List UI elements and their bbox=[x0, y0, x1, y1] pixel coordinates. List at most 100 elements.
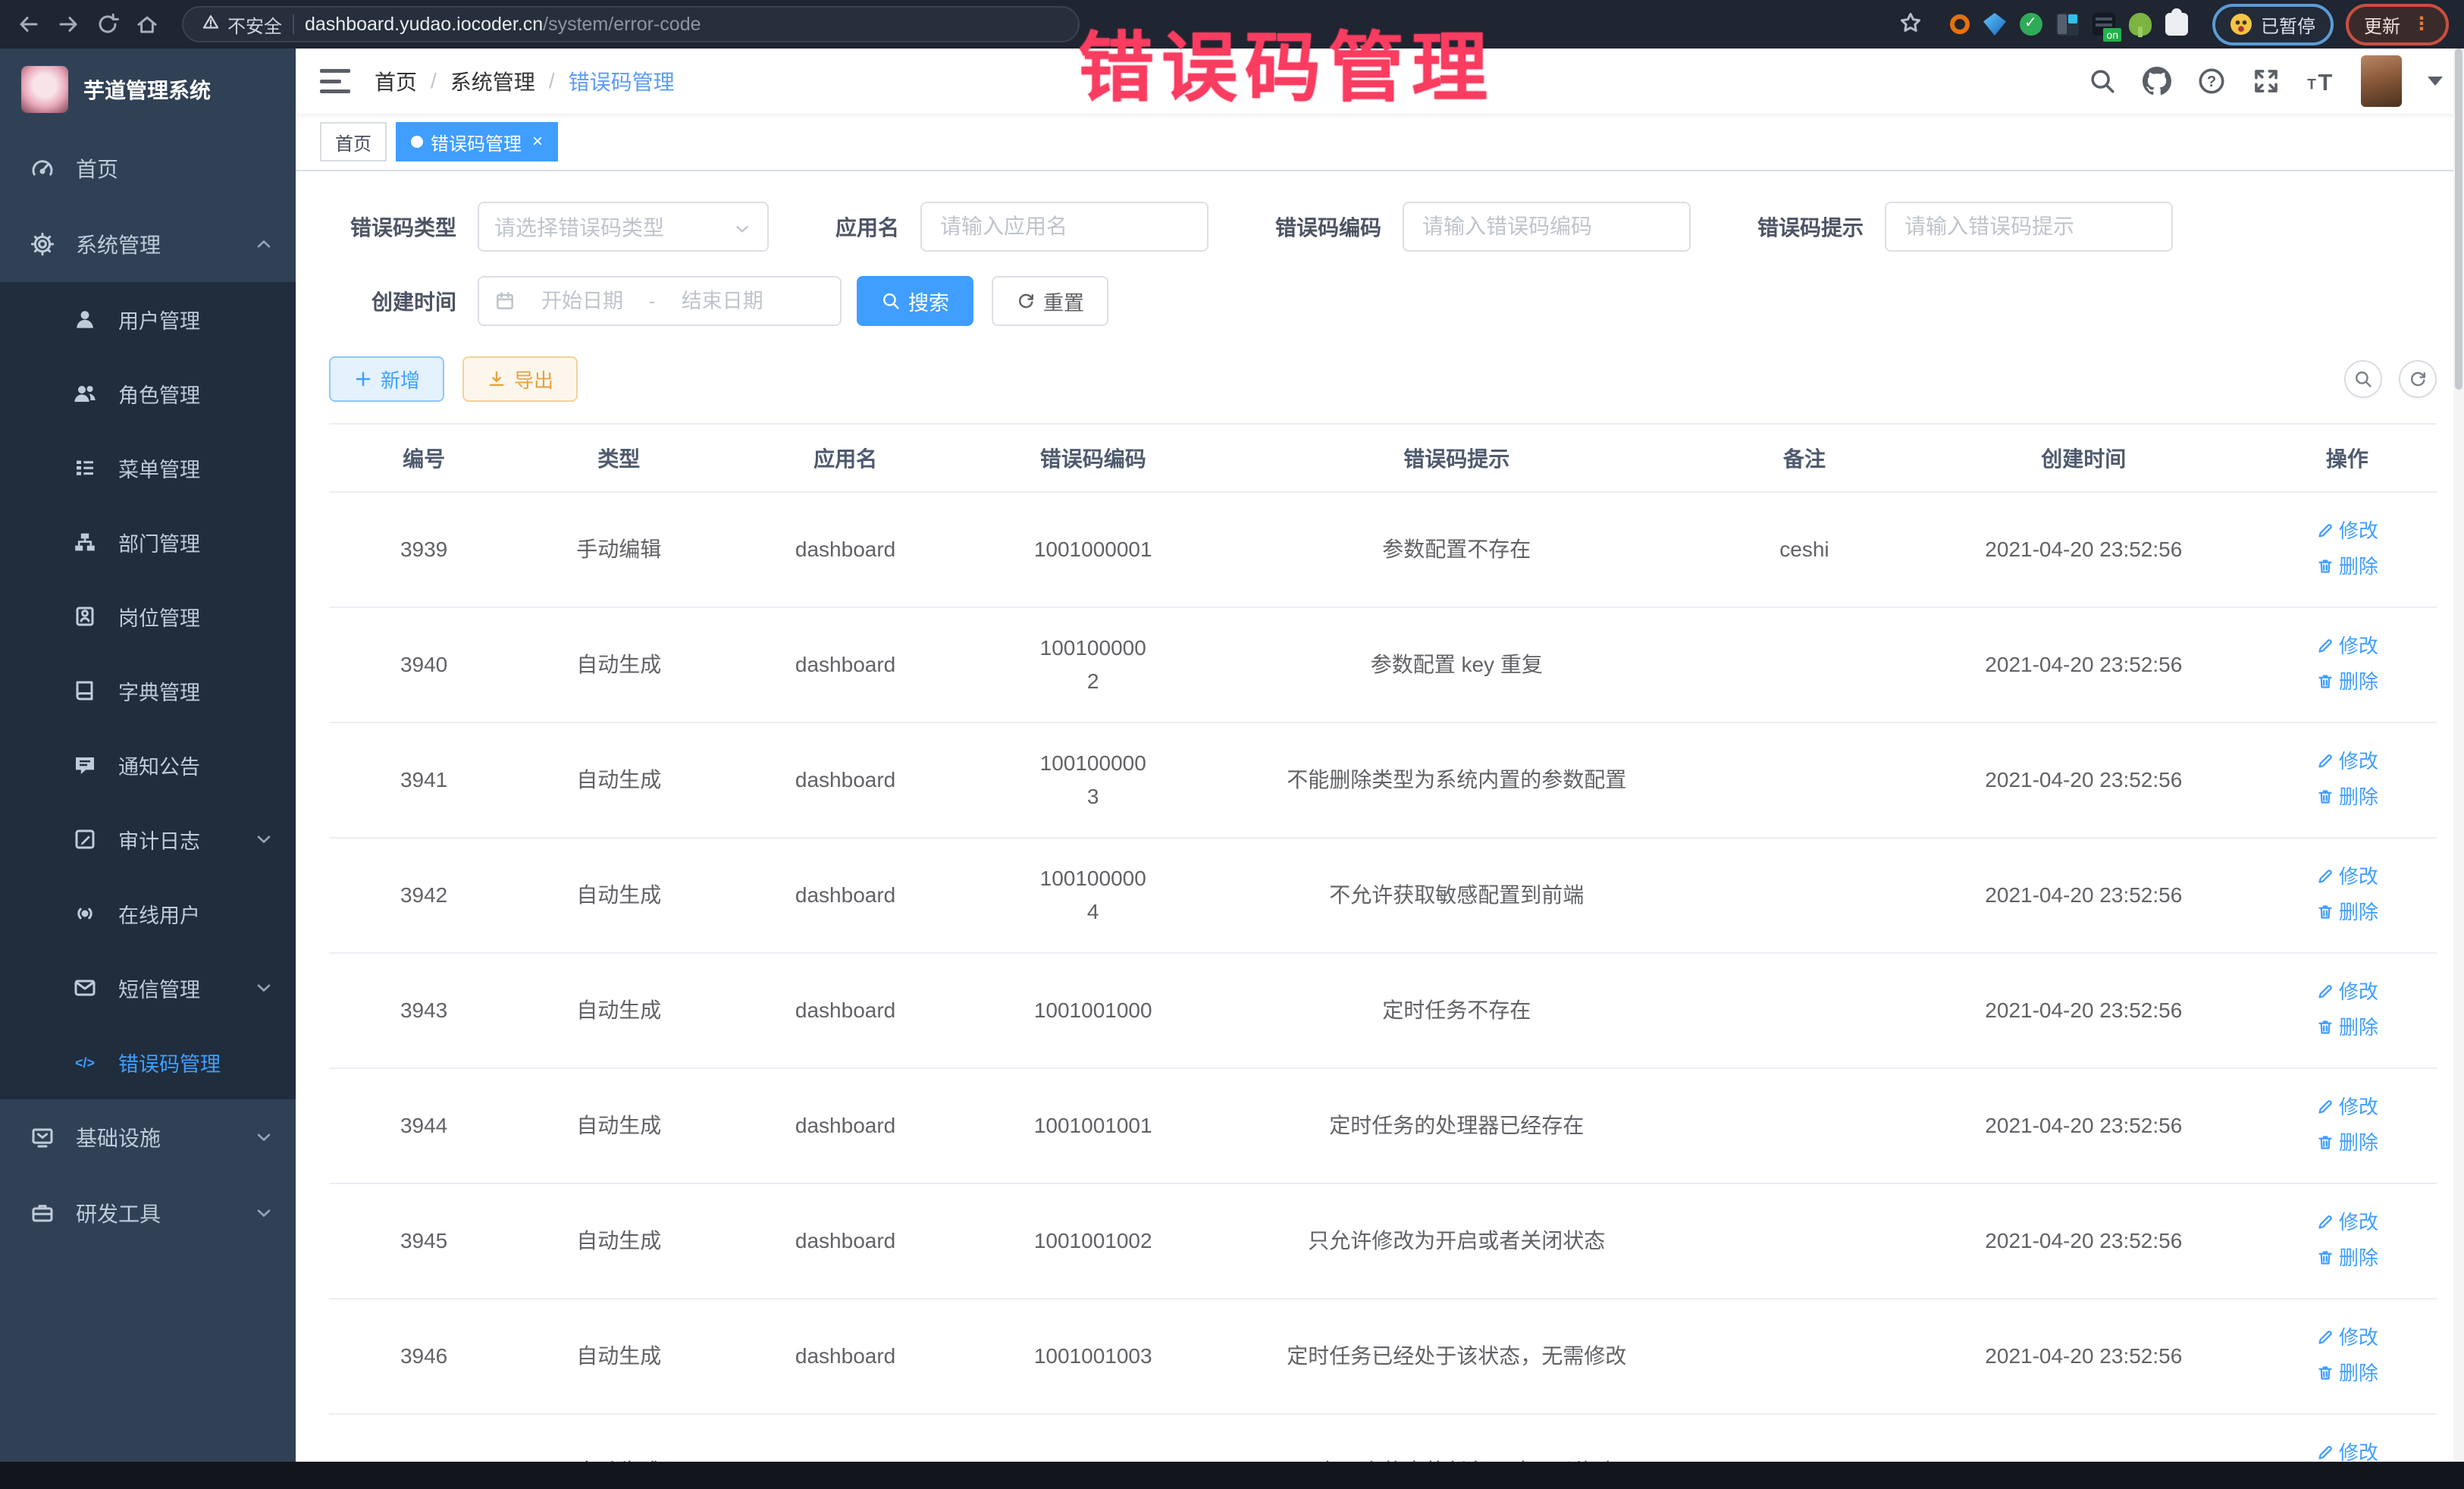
table-row: 3942自动生成dashboard100100000 4不允许获取敏感配置到前端… bbox=[329, 838, 2437, 953]
sidebar-item-研发工具[interactable]: 研发工具 bbox=[0, 1175, 296, 1251]
error-msg-input[interactable] bbox=[1885, 202, 2173, 252]
delete-link[interactable]: 删除 bbox=[2316, 1126, 2378, 1159]
cell-app: dashboard bbox=[719, 1183, 972, 1299]
trash-icon bbox=[2316, 1364, 2334, 1382]
edit-link[interactable]: 修改 bbox=[2316, 1090, 2378, 1124]
cell-msg: 定时任务已经处于该状态，无需修改 bbox=[1215, 1299, 1699, 1414]
tab-首页[interactable]: 首页 bbox=[320, 122, 387, 161]
export-button[interactable]: 导出 bbox=[462, 356, 578, 402]
search-icon[interactable] bbox=[2088, 67, 2117, 96]
help-icon[interactable]: ? bbox=[2197, 67, 2226, 96]
dict-icon bbox=[73, 679, 97, 703]
extensions-row bbox=[1950, 13, 2188, 36]
show-search-button[interactable] bbox=[2344, 360, 2382, 398]
start-date-input[interactable] bbox=[525, 288, 640, 315]
edit-link[interactable]: 修改 bbox=[2316, 1205, 2378, 1239]
app-logo[interactable]: 芋道管理系统 bbox=[0, 49, 296, 130]
browser-home-icon[interactable] bbox=[133, 11, 161, 38]
edit-link[interactable]: 修改 bbox=[2316, 1321, 2378, 1354]
column-header: 错误码提示 bbox=[1215, 424, 1699, 492]
reset-button[interactable]: 重置 bbox=[992, 276, 1108, 326]
fullscreen-icon[interactable] bbox=[2252, 67, 2281, 96]
browser-reload-icon[interactable] bbox=[94, 11, 121, 38]
update-browser-button[interactable]: 更新 ⋮ bbox=[2346, 4, 2449, 45]
puzzle-extension-icon[interactable] bbox=[2165, 13, 2188, 36]
blue-gem-extension-icon[interactable] bbox=[1983, 13, 2006, 36]
search-button[interactable]: 搜索 bbox=[857, 276, 973, 326]
delete-link[interactable]: 删除 bbox=[2316, 895, 2378, 929]
sidebar-item-岗位管理[interactable]: 岗位管理 bbox=[0, 579, 296, 654]
tab-错误码管理[interactable]: 错误码管理× bbox=[396, 122, 558, 161]
paused-extension-badge[interactable]: 已暂停 bbox=[2212, 4, 2334, 45]
error-code-input[interactable] bbox=[1403, 202, 1691, 252]
list-on-extension-icon[interactable] bbox=[2093, 13, 2115, 36]
cell-msg: 参数配置不存在 bbox=[1215, 492, 1699, 607]
sidebar-item-字典管理[interactable]: 字典管理 bbox=[0, 654, 296, 728]
sidebar-item-首页[interactable]: 首页 bbox=[0, 130, 296, 206]
sidebar-item-菜单管理[interactable]: 菜单管理 bbox=[0, 431, 296, 505]
edit-link[interactable]: 修改 bbox=[2316, 514, 2378, 547]
sidebar-item-短信管理[interactable]: 短信管理 bbox=[0, 951, 296, 1025]
scrollbar[interactable] bbox=[2453, 49, 2464, 1462]
app-name-input[interactable] bbox=[920, 202, 1208, 252]
bookmark-star-icon[interactable] bbox=[1898, 11, 1926, 38]
delete-link[interactable]: 删除 bbox=[2316, 665, 2378, 698]
sidebar-item-系统管理[interactable]: 系统管理 bbox=[0, 206, 296, 282]
cell-created: 2021-04-20 23:52:56 bbox=[1910, 1183, 2258, 1299]
column-header: 错误码编码 bbox=[972, 424, 1215, 492]
font-size-icon[interactable]: TT bbox=[2306, 67, 2335, 96]
cell-app: dashboard bbox=[719, 492, 972, 607]
edit-link[interactable]: 修改 bbox=[2316, 975, 2378, 1008]
magnifier-icon bbox=[881, 291, 901, 311]
address-bar[interactable]: 不安全 dashboard.yudao.iocoder.cn/system/er… bbox=[182, 6, 1080, 42]
cell-remark bbox=[1699, 838, 1910, 953]
close-icon[interactable]: × bbox=[532, 131, 543, 152]
breadcrumb-home[interactable]: 首页 bbox=[375, 66, 417, 96]
sidebar-item-在线用户[interactable]: 在线用户 bbox=[0, 876, 296, 951]
error-type-select[interactable]: 请选择错误码类型 bbox=[478, 202, 769, 252]
add-button[interactable]: 新增 bbox=[329, 356, 444, 402]
date-range-picker[interactable]: - bbox=[478, 276, 842, 326]
delete-link[interactable]: 删除 bbox=[2316, 780, 2378, 813]
sidebar-item-审计日志[interactable]: 审计日志 bbox=[0, 802, 296, 876]
edit-link[interactable]: 修改 bbox=[2316, 629, 2378, 663]
cell-code: 100100000 2 bbox=[972, 607, 1215, 723]
edit-link[interactable]: 修改 bbox=[2316, 744, 2378, 778]
sidebar-item-通知公告[interactable]: 通知公告 bbox=[0, 728, 296, 802]
post-icon bbox=[73, 604, 97, 629]
delete-link[interactable]: 删除 bbox=[2316, 1356, 2378, 1390]
green-key-extension-icon[interactable] bbox=[2129, 13, 2152, 36]
avatar[interactable] bbox=[2361, 55, 2402, 107]
delete-link[interactable]: 删除 bbox=[2316, 1011, 2378, 1044]
browser-menu-icon[interactable]: ⋮ bbox=[2412, 17, 2431, 32]
sidebar-item-错误码管理[interactable]: </>错误码管理 bbox=[0, 1025, 296, 1099]
sidebar-item-用户管理[interactable]: 用户管理 bbox=[0, 282, 296, 356]
refresh-table-button[interactable] bbox=[2399, 360, 2437, 398]
sidebar-item-部门管理[interactable]: 部门管理 bbox=[0, 505, 296, 579]
browser-forward-icon[interactable] bbox=[55, 11, 82, 38]
orange-ring-extension-icon[interactable] bbox=[1950, 14, 1970, 34]
edit-link[interactable]: 修改 bbox=[2316, 860, 2378, 893]
chevron-down-icon[interactable] bbox=[2428, 77, 2443, 86]
green-check-extension-icon[interactable] bbox=[2020, 13, 2042, 36]
tiles-extension-icon[interactable] bbox=[2056, 13, 2079, 36]
scrollbar-thumb[interactable] bbox=[2455, 49, 2462, 390]
hamburger-icon[interactable] bbox=[320, 69, 350, 93]
cell-msg: 不能删除类型为系统内置的参数配置 bbox=[1215, 723, 1699, 838]
breadcrumb-system[interactable]: 系统管理 bbox=[450, 66, 535, 96]
sidebar-menu: 首页系统管理用户管理角色管理菜单管理部门管理岗位管理字典管理通知公告审计日志在线… bbox=[0, 130, 296, 1462]
end-date-input[interactable] bbox=[665, 288, 780, 315]
cell-remark bbox=[1699, 1068, 1910, 1183]
delete-link[interactable]: 删除 bbox=[2316, 550, 2378, 583]
sidebar-item-label: 研发工具 bbox=[76, 1198, 253, 1228]
cell-created: 2021-04-20 23:52:56 bbox=[1910, 1299, 2258, 1414]
browser-back-icon[interactable] bbox=[15, 11, 42, 38]
cell-actions: 修改删除 bbox=[2258, 492, 2437, 607]
github-icon[interactable] bbox=[2143, 67, 2171, 96]
sidebar-item-角色管理[interactable]: 角色管理 bbox=[0, 356, 296, 431]
security-chip[interactable]: 不安全 bbox=[202, 11, 282, 38]
delete-link[interactable]: 删除 bbox=[2316, 1241, 2378, 1274]
edit-link[interactable]: 修改 bbox=[2316, 1436, 2378, 1462]
cell-msg: 定时任务不存在 bbox=[1215, 953, 1699, 1068]
sidebar-item-基础设施[interactable]: 基础设施 bbox=[0, 1099, 296, 1175]
